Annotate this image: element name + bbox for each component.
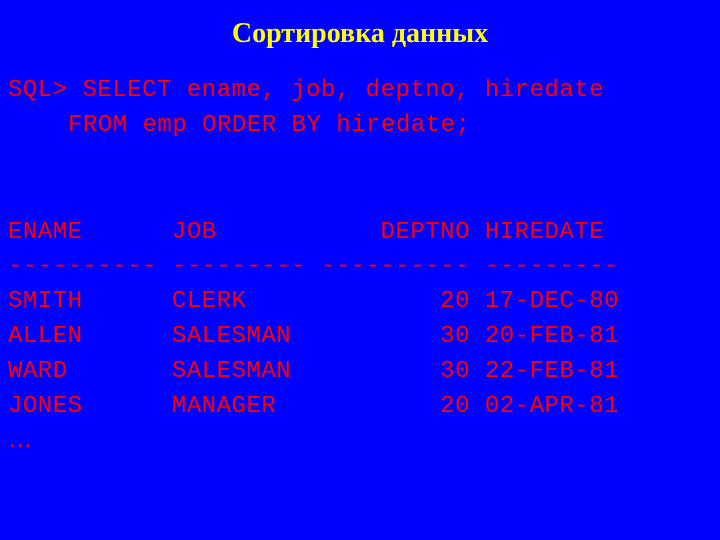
result-divider: ---------- --------- ---------- --------…: [8, 250, 712, 285]
sql-line-1: SQL> SELECT ename, job, deptno, hiredate: [8, 74, 712, 109]
sql-from: FROM emp: [68, 112, 187, 139]
sql-query-block: SQL> SELECT ename, job, deptno, hiredate…: [8, 74, 712, 144]
sql-orderby: ORDER BY: [202, 112, 321, 139]
sql-rest: hiredate;: [336, 112, 470, 139]
result-row: WARD SALESMAN 30 22-FEB-81: [8, 355, 712, 390]
result-ellipsis: …: [8, 426, 712, 454]
result-row: SMITH CLERK 20 17-DEC-80: [8, 285, 712, 320]
slide-title: Сортировка данных: [8, 18, 712, 50]
sql-select: SELECT ename, job, deptno, hiredate: [83, 77, 605, 104]
result-block: ENAME JOB DEPTNO HIREDATE---------- ----…: [8, 216, 712, 425]
sql-line-2: FROM emp ORDER BY hiredate;: [8, 109, 712, 144]
result-row: JONES MANAGER 20 02-APR-81: [8, 390, 712, 425]
slide-container: Сортировка данных SQL> SELECT ename, job…: [0, 0, 720, 462]
result-row: ALLEN SALESMAN 30 20-FEB-81: [8, 320, 712, 355]
sql-prompt: SQL>: [8, 77, 68, 104]
sql-indent: FROM emp ORDER BY hiredate;: [8, 109, 470, 144]
result-header: ENAME JOB DEPTNO HIREDATE: [8, 216, 712, 251]
